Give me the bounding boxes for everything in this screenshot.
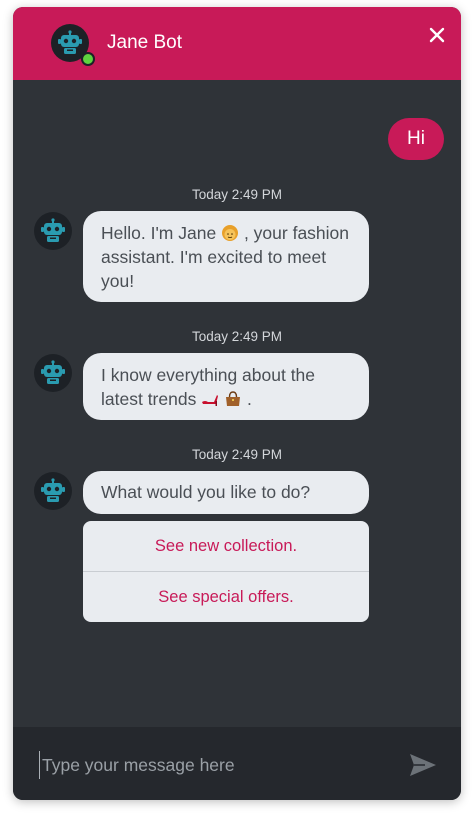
close-icon: [429, 27, 445, 43]
robot-icon: [58, 30, 82, 54]
message-timestamp: Today 2:49 PM: [191, 329, 283, 344]
message-text: .: [246, 389, 252, 409]
send-icon: [410, 754, 436, 776]
option-see-new-collection[interactable]: See new collection.: [83, 521, 369, 571]
user-message: Hi: [388, 118, 444, 160]
online-status-dot: [81, 52, 95, 66]
bot-avatar: [34, 472, 72, 510]
bot-avatar: [34, 212, 72, 250]
high-heel-emoji: [202, 395, 219, 406]
bot-message: What would you like to do?: [83, 471, 369, 514]
chat-widget: Jane Bot Hi Today 2:49 PM Hello. I'm Jan…: [13, 7, 461, 800]
handbag-emoji: [226, 391, 241, 406]
bot-avatar: [34, 354, 72, 392]
quick-reply-options: See new collection. See special offers.: [83, 521, 369, 622]
bot-name: Jane Bot: [107, 32, 182, 53]
close-button[interactable]: [425, 23, 449, 47]
message-timestamp: Today 2:49 PM: [191, 187, 283, 202]
option-see-special-offers[interactable]: See special offers.: [83, 571, 369, 622]
send-button[interactable]: [407, 749, 439, 781]
message-composer: [13, 727, 461, 800]
robot-icon: [41, 360, 65, 384]
robot-icon: [41, 478, 65, 502]
bot-message: I know everything about the latest trend…: [83, 353, 369, 420]
message-timestamp: Today 2:49 PM: [191, 447, 283, 462]
message-text: Hello. I'm Jane: [101, 223, 217, 243]
bot-message: Hello. I'm Jane , your fashion assistant…: [83, 211, 369, 302]
woman-emoji: [222, 225, 239, 241]
robot-icon: [41, 218, 65, 242]
chat-header: Jane Bot: [13, 7, 461, 80]
message-input[interactable]: [39, 751, 384, 779]
message-list: Hi Today 2:49 PM Hello. I'm Jane , your …: [13, 80, 461, 727]
